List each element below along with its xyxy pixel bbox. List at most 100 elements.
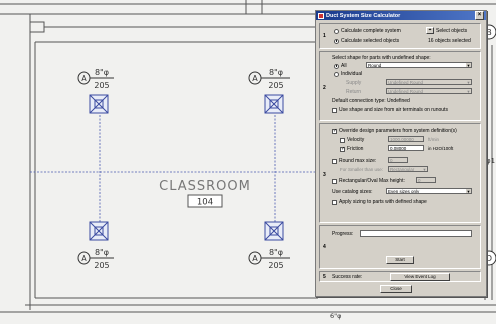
velocity-input[interactable]: 1000.00000 [388, 136, 424, 142]
checkbox-icon[interactable] [340, 137, 345, 143]
radio-icon[interactable] [334, 63, 339, 69]
duct-sizing-dialog: Duct System Size Calculator × 1 Calculat… [315, 10, 487, 297]
rect-max-option[interactable]: Rectangular/Oval Max height: [332, 178, 405, 184]
diffuser-size: 8"φ [95, 68, 109, 77]
room-name: CLASSROOM [159, 179, 251, 194]
return-shape-value: Undefined Round [388, 89, 424, 94]
progress-label: Progress: [332, 231, 354, 237]
opt-selected-objects[interactable]: Calculate selected objects [334, 38, 399, 44]
close-icon[interactable]: × [475, 11, 484, 20]
all-shape-select[interactable]: Round ▼ [366, 62, 472, 68]
friction-input[interactable]: 0.08000 [388, 145, 424, 151]
velocity-option[interactable]: Velocity [340, 137, 364, 143]
round-max-option[interactable]: Round max size: [332, 158, 376, 164]
checkbox-icon[interactable]: ✓ [332, 128, 337, 134]
checkbox-icon[interactable] [332, 107, 337, 113]
select-objects-label: Select objects [436, 28, 468, 34]
success-rate-label: Success rate: [332, 274, 363, 280]
room-number: 104 [197, 198, 213, 208]
progress-bar [360, 230, 472, 237]
chevron-down-icon[interactable]: ▼ [466, 89, 471, 93]
checkbox-icon[interactable] [332, 199, 337, 205]
step-number: 2 [323, 85, 326, 91]
override-option[interactable]: ✓ Override design parameters from system… [332, 128, 457, 134]
opt-individual[interactable]: Individual [334, 71, 362, 77]
for-smaller-select[interactable]: Rectangular ▼ [388, 166, 428, 172]
diffuser-size: 8"φ [269, 68, 283, 77]
friction-option[interactable]: ✓ Friction [340, 146, 363, 152]
diffuser-cfm: 205 [268, 81, 283, 90]
start-button[interactable]: Start [386, 256, 414, 264]
diffuser-size: 8"φ [269, 248, 283, 257]
grid-bubble-label: B [486, 28, 492, 37]
apply-sizing-option[interactable]: Apply sizing to parts with defined shape [332, 199, 427, 205]
chevron-down-icon[interactable]: ▼ [466, 189, 471, 193]
friction-label: Friction [347, 146, 364, 152]
step-number: 4 [323, 244, 326, 250]
all-shape-value: Round [368, 63, 382, 68]
use-shape-option[interactable]: Use shape and size from air terminals on… [332, 107, 448, 113]
default-connection: Default connection type: Undefined [332, 98, 410, 104]
chevron-down-icon[interactable]: ▼ [466, 63, 471, 67]
opt-complete-label: Calculate complete system [341, 28, 401, 34]
checkbox-icon[interactable]: ✓ [340, 146, 345, 152]
velocity-unit: ft/min [428, 137, 440, 142]
supply-shape-select[interactable]: Undefined Round ▼ [386, 79, 472, 85]
diffuser-size: 8"φ [95, 248, 109, 257]
select-objects-button[interactable]: ⌖ [426, 27, 434, 34]
close-button[interactable]: Close [380, 285, 412, 293]
dialog-title: Duct System Size Calculator [326, 12, 401, 19]
diffuser-cfm: 205 [268, 261, 283, 270]
use-shape-label: Use shape and size from air terminals on… [339, 107, 448, 113]
catalog-sizes-label: Use catalog sizes: [332, 189, 373, 195]
step-number: 5 [323, 274, 326, 280]
section-design-params: 3 ✓ Override design parameters from syst… [319, 123, 481, 223]
radio-icon[interactable] [334, 28, 339, 34]
radio-icon[interactable] [334, 71, 339, 77]
diffuser-cfm: 205 [94, 261, 109, 270]
for-smaller-value: Rectangular [390, 167, 415, 172]
checkbox-icon[interactable] [332, 158, 337, 164]
duct-size-label: φ1 [486, 157, 495, 165]
section-progress: 4 Progress: Start [319, 225, 481, 269]
section-shape: 2 Select shape for parts with undefined … [319, 51, 481, 121]
section-scope: 1 Calculate complete system Calculate se… [319, 23, 481, 49]
for-smaller-label: For Smaller than use: [340, 167, 384, 172]
return-shape-select[interactable]: Undefined Round ▼ [386, 88, 472, 94]
diffuser-cfm: 205 [94, 81, 109, 90]
rect-max-label: Rectangular/Oval Max height: [339, 178, 405, 184]
opt-individual-label: Individual [341, 71, 363, 77]
diffuser-tag: A [81, 254, 87, 263]
diffuser-tag: A [81, 74, 87, 83]
chevron-down-icon[interactable]: ▼ [466, 80, 471, 84]
override-label: Override design parameters from system d… [339, 128, 457, 134]
catalog-sizes-select[interactable]: Even sizes only ▼ [386, 188, 472, 194]
opt-all-label: All [341, 63, 347, 69]
opt-selected-label: Calculate selected objects [341, 38, 400, 44]
step-number: 3 [323, 172, 326, 178]
diffuser-tag: A [252, 74, 258, 83]
dialog-titlebar[interactable]: Duct System Size Calculator × [316, 11, 486, 20]
supply-label: Supply [346, 80, 362, 86]
radio-icon[interactable] [334, 38, 339, 44]
apply-sizing-label: Apply sizing to parts with defined shape [339, 199, 427, 205]
diffuser-tag: A [252, 254, 258, 263]
rect-max-input[interactable]: 0 [416, 177, 436, 183]
supply-shape-value: Undefined Round [388, 80, 424, 85]
duct-size-label: 6"φ [330, 312, 341, 320]
friction-unit: in H2O/100ft [428, 146, 454, 151]
velocity-label: Velocity [347, 137, 365, 143]
return-label: Return [346, 89, 362, 95]
chevron-down-icon[interactable]: ▼ [422, 167, 427, 171]
catalog-sizes-value: Even sizes only [388, 189, 420, 194]
section-results: 5 Success rate: View Event Log [319, 271, 481, 282]
view-event-log-button[interactable]: View Event Log [390, 273, 450, 281]
opt-all[interactable]: All [334, 63, 347, 69]
round-max-label: Round max size: [339, 158, 377, 164]
app-icon [318, 12, 324, 19]
step-number: 1 [323, 33, 326, 39]
opt-complete-system[interactable]: Calculate complete system [334, 28, 401, 34]
round-max-input[interactable]: 0 [388, 157, 408, 163]
shape-heading: Select shape for parts with undefined sh… [332, 55, 431, 61]
checkbox-icon[interactable] [332, 178, 337, 184]
